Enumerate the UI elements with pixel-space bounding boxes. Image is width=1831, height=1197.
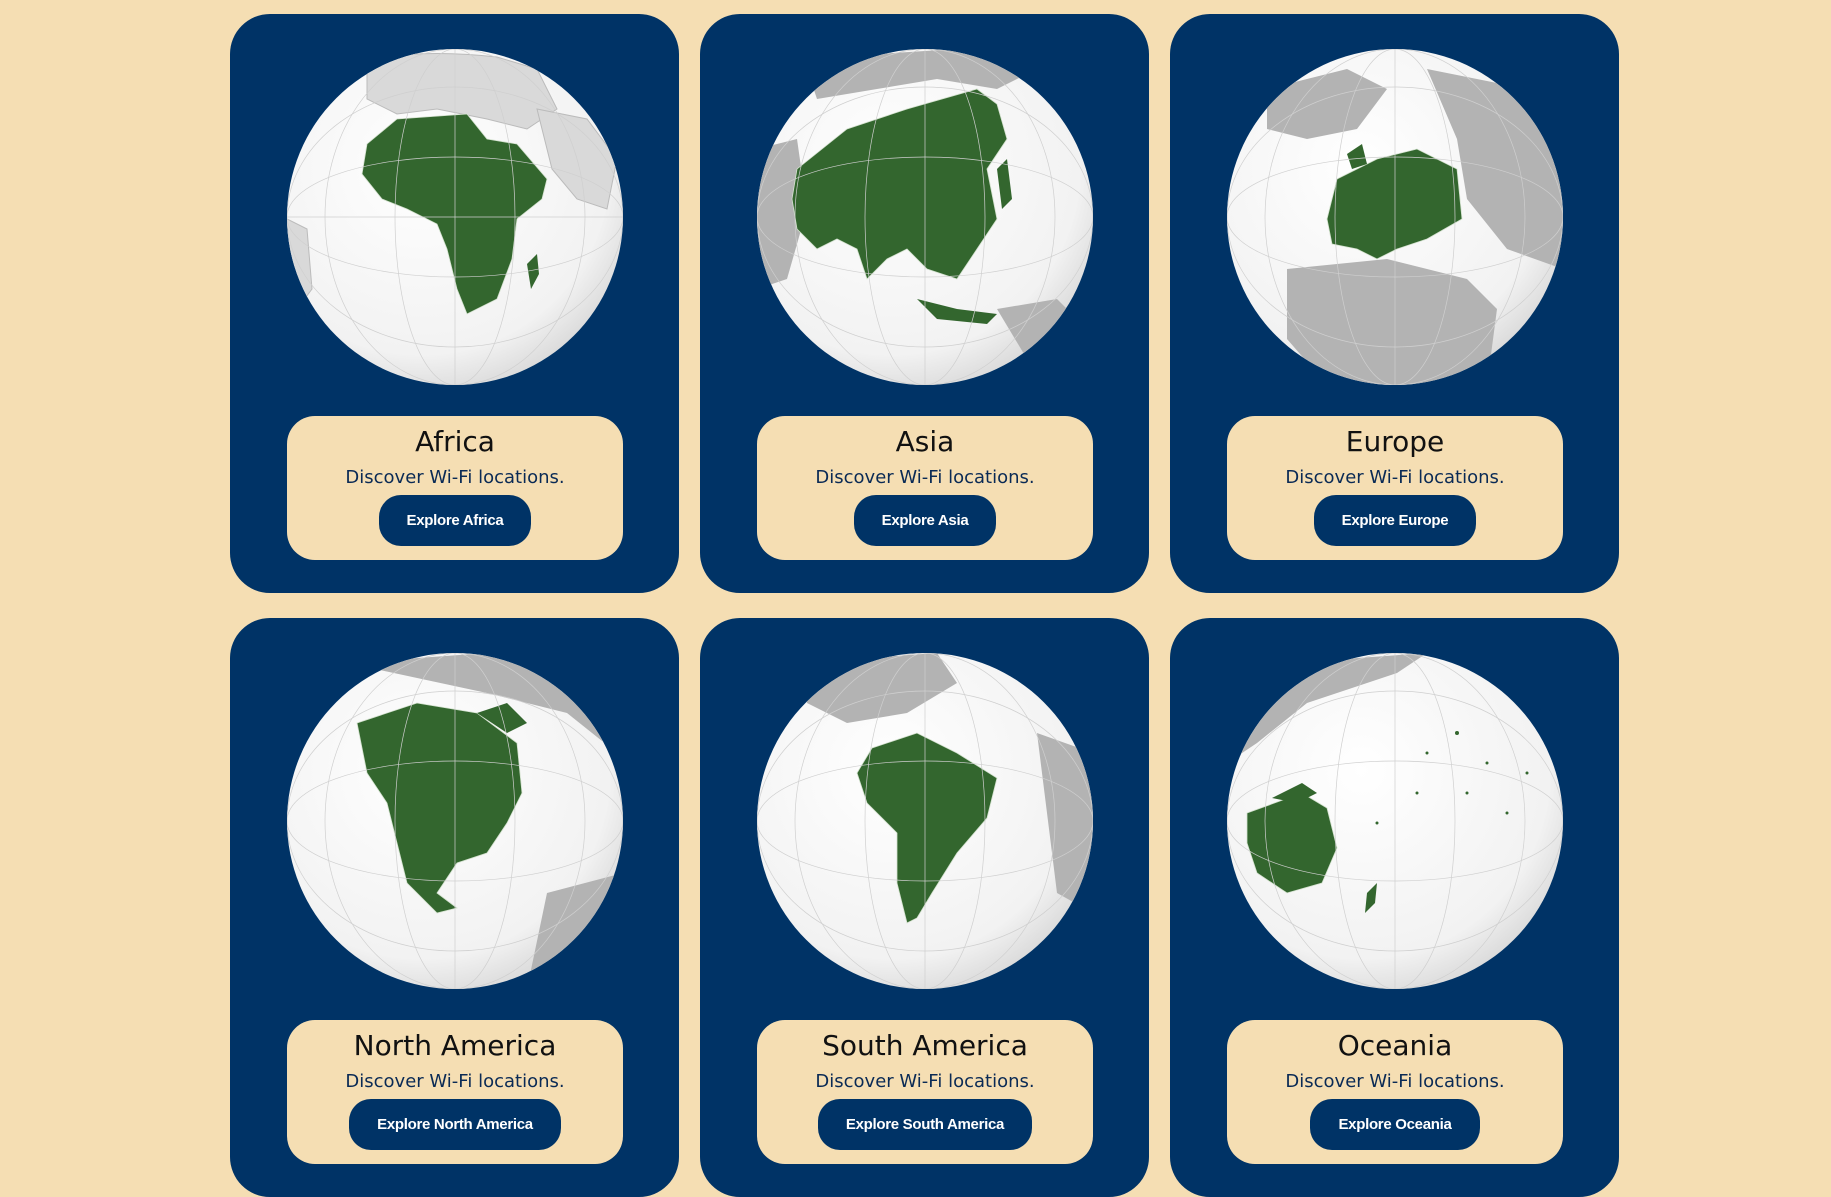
card-info-panel: South America Discover Wi-Fi locations. …: [757, 1020, 1093, 1164]
globe-oceania-icon: [1227, 653, 1563, 989]
continent-card-north-america: North America Discover Wi-Fi locations. …: [230, 618, 679, 1197]
globe-africa-icon: [287, 49, 623, 385]
continent-description: Discover Wi-Fi locations.: [1285, 1071, 1505, 1092]
card-info-panel: North America Discover Wi-Fi locations. …: [287, 1020, 623, 1164]
continent-description: Discover Wi-Fi locations.: [815, 467, 1035, 488]
continent-card-asia: Asia Discover Wi-Fi locations. Explore A…: [700, 14, 1149, 593]
card-info-panel: Oceania Discover Wi-Fi locations. Explor…: [1227, 1020, 1563, 1164]
explore-north-america-button[interactable]: Explore North America: [349, 1099, 561, 1150]
card-info-panel: Asia Discover Wi-Fi locations. Explore A…: [757, 416, 1093, 560]
explore-africa-button[interactable]: Explore Africa: [378, 495, 532, 546]
continent-title: North America: [353, 1029, 557, 1062]
continent-card-europe: Europe Discover Wi-Fi locations. Explore…: [1170, 14, 1619, 593]
globe-asia-icon: [757, 49, 1093, 385]
continent-description: Discover Wi-Fi locations.: [345, 1071, 565, 1092]
continent-title: Africa: [415, 425, 495, 458]
continent-description: Discover Wi-Fi locations.: [345, 467, 565, 488]
explore-oceania-button[interactable]: Explore Oceania: [1310, 1099, 1480, 1150]
continent-card-africa: Africa Discover Wi-Fi locations. Explore…: [230, 14, 679, 593]
continent-description: Discover Wi-Fi locations.: [1285, 467, 1505, 488]
continent-title: South America: [822, 1029, 1028, 1062]
continent-card-oceania: Oceania Discover Wi-Fi locations. Explor…: [1170, 618, 1619, 1197]
explore-asia-button[interactable]: Explore Asia: [853, 495, 997, 546]
continent-title: Asia: [895, 425, 955, 458]
globe-north-america-icon: [287, 653, 623, 989]
continent-title: Oceania: [1337, 1029, 1453, 1062]
explore-south-america-button[interactable]: Explore South America: [817, 1099, 1033, 1150]
card-info-panel: Africa Discover Wi-Fi locations. Explore…: [287, 416, 623, 560]
card-info-panel: Europe Discover Wi-Fi locations. Explore…: [1227, 416, 1563, 560]
continent-description: Discover Wi-Fi locations.: [815, 1071, 1035, 1092]
globe-south-america-icon: [757, 653, 1093, 989]
explore-europe-button[interactable]: Explore Europe: [1313, 495, 1477, 546]
continent-title: Europe: [1345, 425, 1445, 458]
continent-card-south-america: South America Discover Wi-Fi locations. …: [700, 618, 1149, 1197]
globe-europe-icon: [1227, 49, 1563, 385]
